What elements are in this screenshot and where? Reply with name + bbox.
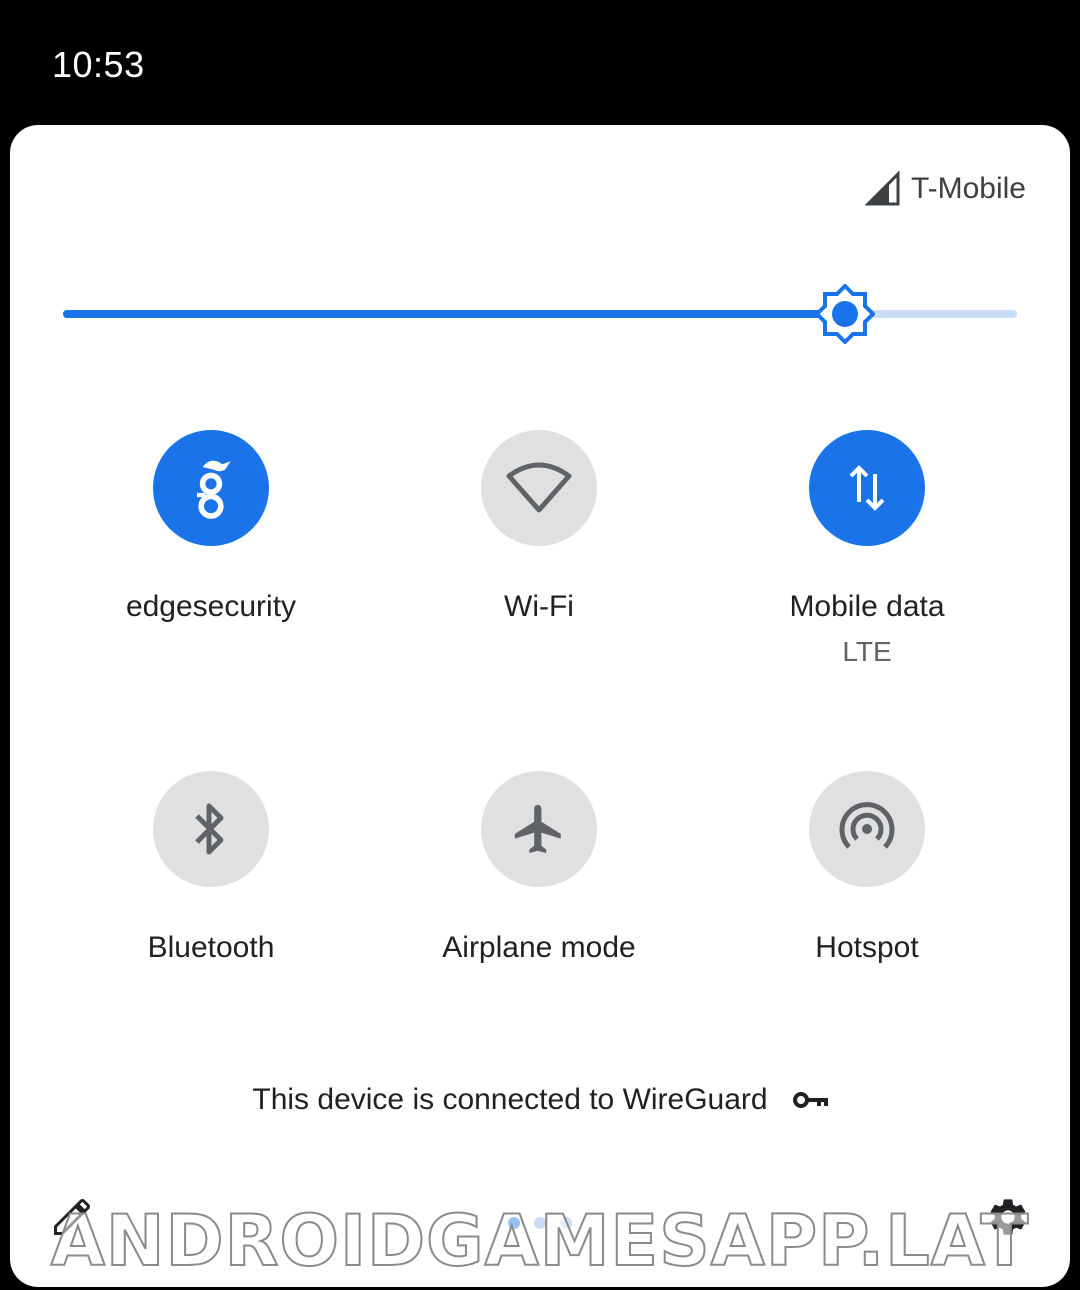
tile-sublabel: LTE [842, 636, 892, 667]
wifi-icon [506, 462, 572, 513]
tile-label: Airplane mode [442, 931, 636, 964]
carrier-name: T-Mobile [910, 172, 1026, 205]
tile-bluetooth-toggle[interactable] [153, 771, 269, 887]
vpn-notice[interactable]: This device is connected to WireGuard [10, 1083, 1070, 1117]
vpn-notice-text: This device is connected to WireGuard [252, 1083, 768, 1116]
signal-icon [864, 171, 900, 206]
vpn-key-icon [792, 1092, 828, 1108]
brightness-thumb[interactable] [814, 283, 877, 345]
tile-wifi[interactable]: Wi-Fi [389, 430, 689, 624]
tile-label: Hotspot [815, 931, 919, 964]
carrier-info: T-Mobile [864, 171, 1026, 207]
tile-label: Bluetooth [147, 931, 275, 964]
clock: 10:53 [52, 44, 145, 85]
quick-settings-panel: T-Mobile edgesecurity Wi-Fi Mobile data … [10, 125, 1070, 1287]
hotspot-icon [839, 802, 895, 849]
tile-edgesecurity[interactable]: edgesecurity [61, 430, 361, 624]
brightness-icon [814, 283, 877, 345]
airplane-icon [514, 804, 561, 854]
wireguard-dragon-icon [197, 460, 231, 519]
brightness-slider[interactable] [63, 283, 1017, 345]
tile-mobile-data[interactable]: Mobile data LTE [717, 430, 1017, 668]
tile-edgesecurity-toggle[interactable] [153, 430, 269, 546]
tile-label: Wi-Fi [504, 590, 574, 623]
watermark: ANDROIDGAMESAPP.LAT [50, 1199, 1030, 1283]
tile-mobile-data-toggle[interactable] [809, 430, 925, 546]
brightness-fill [63, 310, 846, 318]
tile-wifi-toggle[interactable] [481, 430, 597, 546]
tile-hotspot[interactable]: Hotspot [717, 771, 1017, 965]
tile-label: Mobile data [789, 590, 945, 623]
tile-airplane-mode[interactable]: Airplane mode [389, 771, 689, 965]
mobile-data-icon [849, 465, 885, 511]
tile-hotspot-toggle[interactable] [809, 771, 925, 887]
tile-bluetooth[interactable]: Bluetooth [61, 771, 361, 965]
tile-label: edgesecurity [125, 590, 297, 623]
bluetooth-icon [195, 803, 224, 855]
status-bar: 10:53 [0, 0, 1080, 125]
tile-airplane-mode-toggle[interactable] [481, 771, 597, 887]
